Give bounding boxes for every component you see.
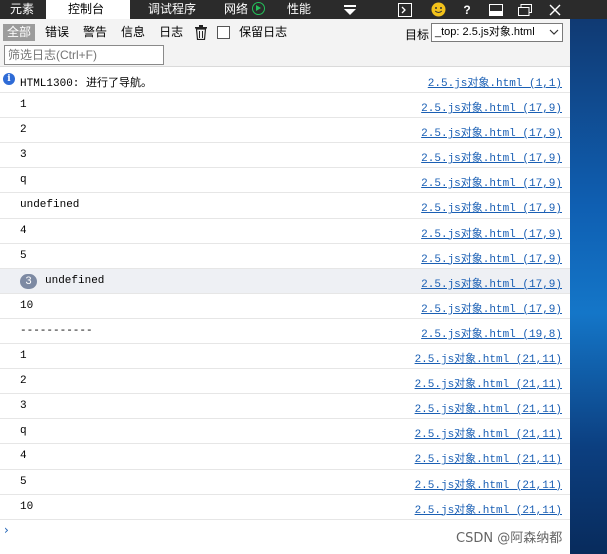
filter-log[interactable]: 日志	[155, 24, 187, 41]
desktop-background	[570, 19, 607, 554]
source-link[interactable]: 2.5.js对象.html (17,9)	[421, 124, 562, 140]
console-row: 3 2.5.js对象.html (17,9)	[0, 143, 570, 169]
console-message: 10	[20, 500, 34, 513]
target-select-value: _top: 2.5.js对象.html	[435, 26, 535, 38]
source-link[interactable]: 2.5.js对象.html (17,9)	[421, 225, 562, 241]
console-message: 5	[20, 249, 27, 262]
tab-console[interactable]: 控制台	[46, 0, 130, 19]
filter-log-input[interactable]	[4, 45, 164, 65]
source-link[interactable]: 2.5.js对象.html (17,9)	[421, 99, 562, 115]
preserve-log-checkbox[interactable]	[217, 26, 231, 39]
source-link[interactable]: 2.5.js对象.html (21,11)	[415, 375, 562, 391]
console-row: 4 2.5.js对象.html (21,11)	[0, 444, 570, 470]
console-message: 1	[20, 350, 27, 363]
console-message: undefined	[45, 274, 105, 287]
source-link[interactable]: 2.5.js对象.html (17,9)	[421, 174, 562, 190]
source-link[interactable]: 2.5.js对象.html (19,8)	[421, 325, 562, 341]
watermark: CSDN @阿森纳都	[456, 531, 563, 546]
console-row: 10 2.5.js对象.html (17,9)	[0, 294, 570, 319]
console-row: 5 2.5.js对象.html (17,9)	[0, 244, 570, 269]
source-link[interactable]: 2.5.js对象.html (21,11)	[415, 501, 562, 517]
console-row: i HTML1300: 进行了导航。 2.5.js对象.html (1,1)	[0, 68, 570, 94]
console-row: 4 2.5.js对象.html (17,9)	[0, 219, 570, 244]
console-row: 10 2.5.js对象.html (21,11)	[0, 495, 570, 520]
console-row: ----------- 2.5.js对象.html (19,8)	[0, 319, 570, 345]
console-row: 1 2.5.js对象.html (21,11)	[0, 344, 570, 370]
console-message: 3	[20, 400, 27, 413]
chevron-down-icon	[549, 24, 559, 41]
console-message: 10	[20, 299, 34, 312]
source-link[interactable]: 2.5.js对象.html (17,9)	[421, 199, 562, 215]
source-link[interactable]: 2.5.js对象.html (17,9)	[421, 149, 562, 165]
console-toolbar: 全部 错误 警告 信息 日志 保留日志 目标 _top: 2.5.js对象.ht…	[0, 19, 570, 67]
play-icon	[252, 2, 266, 15]
feedback-smiley-icon[interactable]	[428, 0, 448, 19]
filter-info[interactable]: 信息	[117, 24, 149, 41]
source-link[interactable]: 2.5.js对象.html (21,11)	[415, 400, 562, 416]
console-message: 3	[20, 149, 27, 162]
clear-console-trash-icon[interactable]	[195, 24, 209, 41]
preserve-log-label: 保留日志	[239, 25, 288, 39]
console-message: q	[20, 425, 27, 438]
filter-errors[interactable]: 错误	[41, 24, 73, 41]
source-link[interactable]: 2.5.js对象.html (21,11)	[415, 350, 562, 366]
console-row: 2 2.5.js对象.html (21,11)	[0, 369, 570, 395]
console-row: 5 2.5.js对象.html (21,11)	[0, 470, 570, 495]
console-message: 5	[20, 475, 27, 488]
console-prompt-icon[interactable]: ›	[4, 523, 9, 537]
console-row: q 2.5.js对象.html (21,11)	[0, 419, 570, 445]
tab-network[interactable]: 网络	[210, 0, 272, 19]
source-link[interactable]: 2.5.js对象.html (17,9)	[421, 250, 562, 266]
target-select[interactable]: _top: 2.5.js对象.html	[431, 23, 563, 42]
more-tabs-chevron-icon[interactable]	[340, 0, 360, 19]
dock-bottom-icon[interactable]	[486, 0, 506, 19]
target-label: 目标	[405, 28, 430, 42]
console-row: 3 2.5.js对象.html (21,11)	[0, 394, 570, 420]
info-icon: i	[3, 73, 15, 85]
source-link[interactable]: 2.5.js对象.html (1,1)	[428, 74, 562, 90]
console-message: 2	[20, 375, 27, 388]
console-message: undefined	[20, 199, 80, 212]
log-level-filters: 全部 错误 警告 信息 日志 保留日志	[3, 24, 297, 41]
console-message: 2	[20, 124, 27, 137]
filter-all[interactable]: 全部	[3, 24, 36, 41]
console-row: q 2.5.js对象.html (17,9)	[0, 168, 570, 194]
undock-window-icon[interactable]	[515, 0, 535, 19]
console-output: i HTML1300: 进行了导航。 2.5.js对象.html (1,1) 1 2.5…	[0, 68, 570, 520]
devtools-tab-bar: 元素 控制台 调试程序 网络 性能 ?	[0, 0, 607, 19]
tab-performance[interactable]: 性能	[272, 0, 332, 19]
console-row: 2 2.5.js对象.html (17,9)	[0, 118, 570, 144]
repeat-count-badge: 3	[20, 273, 37, 289]
console-row: undefined 2.5.js对象.html (17,9)	[0, 193, 570, 219]
source-link[interactable]: 2.5.js对象.html (21,11)	[415, 450, 562, 466]
source-link[interactable]: 2.5.js对象.html (21,11)	[415, 425, 562, 441]
console-message: 4	[20, 224, 27, 237]
source-link[interactable]: 2.5.js对象.html (17,9)	[421, 275, 562, 291]
help-icon[interactable]: ?	[457, 0, 477, 19]
tab-elements[interactable]: 元素	[0, 0, 46, 19]
console-message: q	[20, 174, 27, 187]
console-message: HTML1300: 进行了导航。	[20, 78, 153, 90]
tab-debugger[interactable]: 调试程序	[130, 0, 210, 19]
source-link[interactable]: 2.5.js对象.html (17,9)	[421, 300, 562, 316]
filter-warnings[interactable]: 警告	[79, 24, 111, 41]
close-icon[interactable]	[545, 0, 565, 19]
source-link[interactable]: 2.5.js对象.html (21,11)	[415, 476, 562, 492]
console-message: 1	[20, 99, 27, 112]
console-message: -----------	[20, 324, 93, 337]
console-row: 3 undefined 2.5.js对象.html (17,9)	[0, 268, 570, 294]
tab-network-label: 网络	[224, 2, 249, 16]
console-message: 4	[20, 450, 27, 463]
console-terminal-icon[interactable]	[395, 0, 415, 19]
console-row: 1 2.5.js对象.html (17,9)	[0, 93, 570, 119]
